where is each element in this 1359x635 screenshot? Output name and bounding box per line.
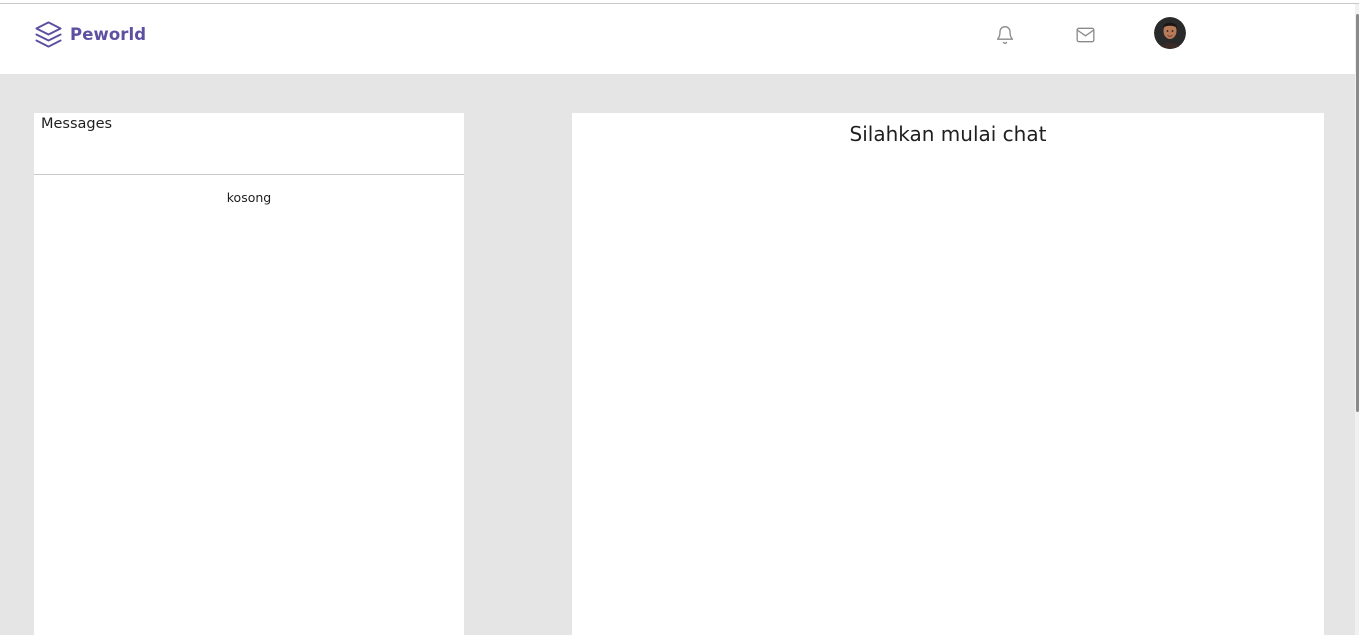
- avatar-image: [1154, 17, 1186, 49]
- navbar: Peworld: [0, 4, 1355, 74]
- bell-icon: [996, 26, 1014, 44]
- notification-button[interactable]: [992, 23, 1018, 47]
- layers-icon: [35, 20, 62, 48]
- brand-name: Peworld: [70, 24, 147, 44]
- messages-panel: Messages kosong: [34, 113, 464, 635]
- mail-button[interactable]: [1072, 23, 1098, 47]
- user-avatar[interactable]: [1154, 17, 1186, 49]
- empty-conversations-text: kosong: [226, 190, 272, 205]
- chat-placeholder-title: Silahkan mulai chat: [849, 122, 1047, 146]
- chat-panel: Silahkan mulai chat: [572, 113, 1324, 635]
- brand-logo[interactable]: Peworld: [34, 19, 146, 49]
- messages-title: Messages: [41, 116, 113, 132]
- messages-header: Messages: [34, 113, 464, 175]
- mail-icon: [1076, 27, 1094, 43]
